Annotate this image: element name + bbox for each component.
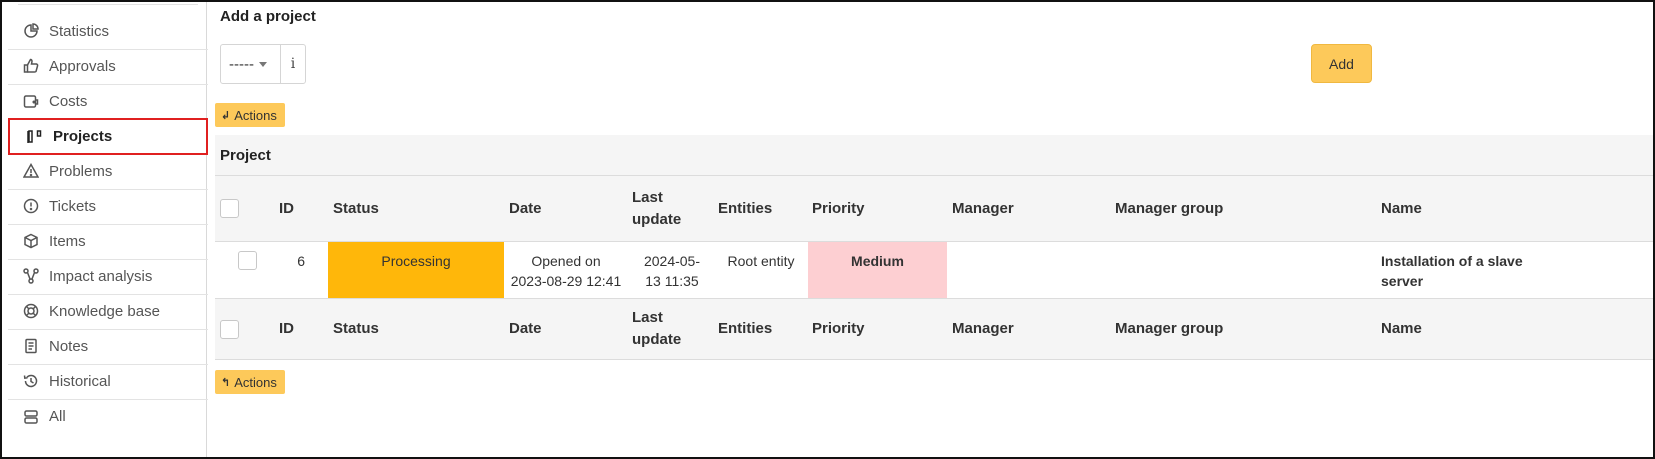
projects-table: Project ID Status Date Last update Entit… — [215, 135, 1653, 360]
col-last-update-line1: Last — [632, 188, 663, 206]
alert-circle-icon — [22, 197, 40, 215]
sidebar-item-notes[interactable]: Notes — [8, 328, 208, 365]
row-checkbox[interactable] — [238, 251, 257, 270]
sidebar-item-historical[interactable]: Historical — [8, 363, 208, 400]
add-button[interactable]: Add — [1311, 44, 1372, 83]
lifebuoy-icon — [22, 302, 40, 320]
col-priority-footer[interactable]: Priority — [812, 299, 865, 359]
sidebar-item-impact-analysis[interactable]: Impact analysis — [8, 258, 208, 295]
row-last-update-line1: 2024-05- — [643, 253, 701, 269]
row-last-update: 2024-05- 13 11:35 — [628, 242, 716, 298]
history-icon — [22, 372, 40, 390]
select-all-checkbox-footer[interactable] — [220, 320, 239, 339]
warning-triangle-icon — [22, 162, 40, 180]
col-manager-group-header[interactable]: Manager group — [1115, 176, 1223, 241]
row-date-line2: 2023-08-29 12:41 — [510, 273, 622, 289]
project-name-line2: server — [1381, 273, 1424, 289]
col-manager-group-footer[interactable]: Manager group — [1115, 299, 1223, 359]
row-manager — [952, 242, 1102, 298]
sidebar-item-label: Approvals — [49, 57, 116, 75]
sidebar-item-label: Notes — [49, 337, 89, 355]
sidebar-item-knowledge-base[interactable]: Knowledge base — [8, 293, 208, 330]
project-select[interactable]: ----- — [221, 45, 281, 83]
col-date-header[interactable]: Date — [509, 176, 542, 241]
sidebar-item-label: All — [49, 408, 66, 425]
sidebar-item-label: Knowledge base — [49, 302, 160, 320]
sidebar-item-tickets[interactable]: Tickets — [8, 188, 208, 225]
package-icon — [22, 232, 40, 250]
chevron-down-icon — [258, 61, 267, 67]
project-select-group: ----- i — [220, 44, 306, 84]
col-last-update-line1: Last — [632, 309, 663, 326]
sidebar: Statistics Approvals Costs Projects Prob… — [4, 2, 208, 457]
col-last-update-line2: update — [632, 210, 682, 228]
col-priority-header[interactable]: Priority — [812, 176, 865, 241]
network-icon — [22, 267, 40, 285]
info-button[interactable]: i — [281, 45, 305, 83]
stack-icon — [22, 408, 40, 426]
table-footer-row: ID Status Date Last update Entities Prio… — [215, 299, 1653, 360]
col-manager-header[interactable]: Manager — [952, 176, 1014, 241]
wallet-icon — [22, 92, 40, 110]
kanban-icon — [26, 128, 44, 146]
sidebar-item-label: Statistics — [49, 22, 110, 40]
col-entities-header[interactable]: Entities — [718, 176, 772, 241]
col-id-header[interactable]: ID — [279, 176, 294, 241]
sidebar-item-label: Problems — [49, 162, 113, 180]
project-name-link[interactable]: Installation of a slave server — [1381, 242, 1631, 298]
main-content: Add a project ----- i Add ↲ Actions Proj… — [212, 2, 1653, 457]
col-status-header[interactable]: Status — [333, 176, 379, 241]
col-date-footer[interactable]: Date — [509, 299, 542, 359]
select-all-checkbox[interactable] — [220, 199, 239, 218]
project-select-value: ----- — [229, 55, 254, 73]
row-manager-group — [1115, 242, 1365, 298]
actions-label: Actions — [234, 107, 277, 123]
add-project-title: Add a project — [220, 8, 316, 25]
priority-badge: Medium — [808, 242, 947, 298]
sidebar-item-projects[interactable]: Projects — [8, 118, 208, 155]
actions-button-bottom[interactable]: ↰ Actions — [215, 370, 285, 394]
arrow-turn-up-icon: ↰ — [221, 376, 231, 389]
sidebar-item-label: Tickets — [49, 197, 96, 215]
col-last-update-line2: update — [632, 331, 682, 348]
sidebar-divider — [18, 2, 198, 5]
sidebar-item-label: Costs — [49, 92, 88, 110]
actions-button-top[interactable]: ↲ Actions — [215, 103, 285, 127]
row-id: 6 — [297, 253, 305, 269]
sidebar-item-statistics[interactable]: Statistics — [8, 13, 208, 50]
sidebar-item-items[interactable]: Items — [8, 223, 208, 260]
row-date-line1: Opened on — [531, 253, 601, 269]
col-name-footer[interactable]: Name — [1381, 299, 1422, 359]
col-status-footer[interactable]: Status — [333, 299, 379, 359]
sidebar-item-label: Historical — [49, 372, 111, 390]
sidebar-item-costs[interactable]: Costs — [8, 83, 208, 120]
col-name-header[interactable]: Name — [1381, 176, 1422, 241]
row-last-update-line2: 13 11:35 — [645, 273, 699, 289]
status-badge: Processing — [328, 242, 504, 298]
project-name-line1: Installation of a slave — [1381, 253, 1523, 269]
notes-icon — [22, 337, 40, 355]
col-manager-footer[interactable]: Manager — [952, 299, 1014, 359]
row-entities: Root entity — [727, 253, 795, 269]
sidebar-item-all[interactable]: All — [8, 398, 208, 435]
chart-pie-icon — [22, 22, 40, 40]
table-row: 6 Processing Opened on 2023-08-29 12:41 … — [215, 242, 1653, 299]
col-last-update-footer[interactable]: Last update — [632, 299, 681, 359]
actions-label: Actions — [234, 374, 277, 390]
table-header-row: ID Status Date Last update Entities Prio… — [215, 176, 1653, 242]
row-date: Opened on 2023-08-29 12:41 — [504, 242, 628, 298]
col-entities-footer[interactable]: Entities — [718, 299, 772, 359]
sidebar-item-problems[interactable]: Problems — [8, 153, 208, 190]
thumbs-up-icon — [22, 57, 40, 75]
col-last-update-header[interactable]: Last update — [632, 176, 681, 241]
col-id-footer[interactable]: ID — [279, 299, 294, 359]
sidebar-item-label: Impact analysis — [49, 267, 153, 285]
app-window: Statistics Approvals Costs Projects Prob… — [0, 0, 1655, 459]
arrow-turn-down-icon: ↲ — [221, 109, 231, 122]
sidebar-item-label: Projects — [53, 128, 113, 145]
sidebar-item-label: Items — [49, 232, 86, 250]
sidebar-item-approvals[interactable]: Approvals — [8, 48, 208, 85]
table-title: Project — [215, 135, 1653, 176]
